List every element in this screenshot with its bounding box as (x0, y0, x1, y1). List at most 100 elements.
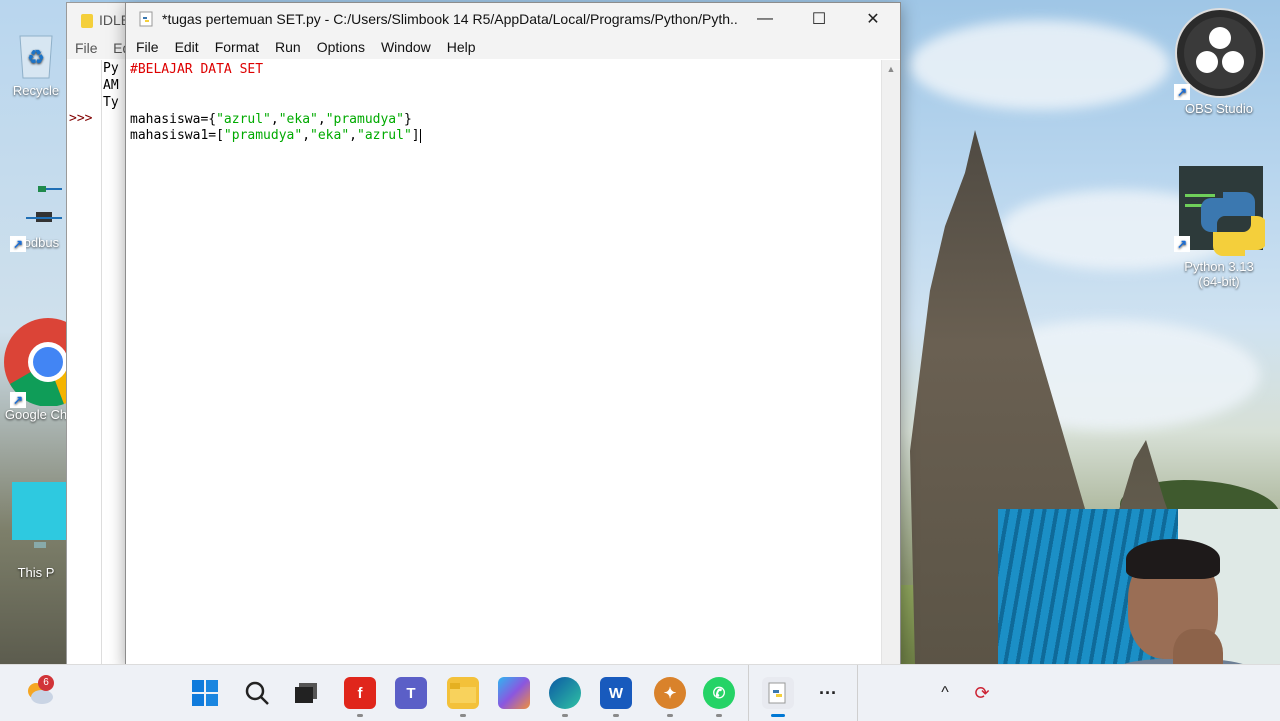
search-icon (245, 681, 269, 705)
desktop-icon-obs[interactable]: ↗ OBS Studio (1172, 8, 1266, 116)
menu-file[interactable]: File (128, 35, 167, 59)
taskbar-file-explorer[interactable] (447, 677, 479, 709)
taskbar-divider (857, 665, 858, 721)
shortcut-arrow-icon: ↗ (10, 392, 26, 408)
menu-options[interactable]: Options (309, 35, 373, 59)
code-string: "eka" (310, 128, 350, 144)
code-string: "eka" (278, 111, 318, 127)
notification-badge: 6 (38, 675, 54, 691)
code-token: mahasiswa={ (130, 111, 217, 127)
menu-edit[interactable]: Edit (167, 35, 207, 59)
code-token: , (349, 128, 357, 144)
editor-menubar: File Edit Format Run Options Window Help (126, 35, 900, 59)
menu-run[interactable]: Run (267, 35, 309, 59)
taskbar-teams[interactable]: T (395, 677, 427, 709)
code-string: "azrul" (357, 128, 412, 144)
windows-logo-icon (192, 680, 218, 706)
shortcut-arrow-icon: ↗ (10, 236, 26, 252)
running-indicator (562, 714, 568, 717)
code-token: ] (411, 128, 420, 144)
python-file-icon (81, 14, 93, 29)
taskbar-app[interactable]: ✦ (654, 677, 686, 709)
menu-window[interactable]: Window (373, 35, 439, 59)
code-string: "pramudya" (325, 111, 404, 127)
folder-icon (450, 683, 476, 703)
shell-output: Py AM Ty (103, 60, 119, 111)
running-indicator (357, 714, 363, 717)
desktop-icon-this-pc[interactable]: This P (4, 482, 68, 580)
modbus-icon (26, 186, 62, 222)
desktop-icon-label: OBS Studio (1185, 101, 1253, 116)
running-indicator (716, 714, 722, 717)
running-indicator (460, 714, 466, 717)
code-token: , (302, 128, 311, 144)
editor-titlebar[interactable]: *tugas pertemuan SET.py - C:/Users/Slimb… (126, 3, 900, 35)
shell-line: Ty (103, 95, 119, 110)
shell-line: Py (103, 61, 119, 76)
code-comment: #BELAJAR DATA SET (130, 62, 264, 77)
taskbar-whatsapp[interactable]: ✆ (703, 677, 735, 709)
task-view-button[interactable] (290, 677, 322, 709)
desktop-icon-label: This P (17, 565, 55, 580)
shell-line: AM (103, 78, 119, 93)
code-string: "azrul" (216, 111, 271, 127)
maximize-button[interactable]: ☐ (792, 3, 846, 35)
idle-editor-window[interactable]: *tugas pertemuan SET.py - C:/Users/Slimb… (125, 2, 901, 666)
code-token: , (317, 111, 326, 127)
taskbar-foxit[interactable]: f (344, 677, 376, 709)
minimize-button[interactable]: — (738, 3, 792, 35)
desktop-icon-python[interactable]: ↗ Python 3.13 (64-bit) (1172, 164, 1267, 289)
code-line-1: mahasiswa={"azrul","eka","pramudya"} (130, 112, 412, 127)
code-token: , (270, 111, 279, 127)
code-string: "pramudya" (223, 128, 303, 144)
desktop-icon-label: Python 3.13 (1184, 259, 1254, 274)
active-indicator (771, 714, 785, 717)
taskbar-more-button[interactable]: ··· (812, 677, 844, 709)
tray-chevron-button[interactable]: ^ (929, 677, 961, 709)
taskbar-copilot[interactable] (498, 677, 530, 709)
app-badge-icon: ✦ (663, 685, 677, 702)
word-icon: W (608, 684, 624, 702)
taskbar-edge[interactable] (549, 677, 581, 709)
this-pc-icon (12, 482, 68, 548)
tray-sync-icon[interactable]: ⟳ (966, 677, 998, 709)
task-view-icon (295, 683, 317, 703)
running-indicator (667, 714, 673, 717)
whatsapp-icon: ✆ (712, 685, 726, 702)
taskbar-idle[interactable] (762, 677, 794, 709)
close-button[interactable]: ✕ (846, 3, 900, 35)
desktop-icon-modbus[interactable]: ↗ Modbus (4, 178, 68, 252)
taskbar-divider (748, 665, 749, 721)
menu-format[interactable]: Format (207, 35, 267, 59)
webcam-person-hair (1126, 539, 1220, 579)
desktop-icon-recycle[interactable]: ♻ Recycle (4, 28, 68, 98)
editor-title: *tugas pertemuan SET.py - C:/Users/Slimb… (162, 11, 738, 27)
cloud (910, 20, 1170, 110)
python-file-icon (139, 11, 153, 27)
taskbar: 6 f T W ✦ ✆ ··· ^ ⟳ (0, 664, 1280, 721)
text-cursor (419, 128, 421, 143)
taskbar-word[interactable]: W (600, 677, 632, 709)
search-button[interactable] (241, 677, 273, 709)
code-line-2: mahasiswa1=["pramudya","eka","azrul"] (130, 128, 421, 143)
shortcut-arrow-icon: ↗ (1174, 236, 1190, 252)
menu-help[interactable]: Help (439, 35, 484, 59)
desktop-icon-label: Recycle (12, 83, 60, 98)
start-button[interactable] (189, 677, 221, 709)
desktop-icon-label: Google Ch (4, 407, 68, 422)
desktop-icon-chrome[interactable]: ↗ Google Ch (4, 314, 93, 422)
shell-menu-file[interactable]: File (75, 40, 98, 56)
svg-text:♻: ♻ (27, 47, 45, 69)
idle-icon (768, 682, 786, 704)
shortcut-arrow-icon: ↗ (1174, 84, 1190, 100)
code-token: mahasiswa1=[ (130, 128, 224, 144)
shell-prompt: >>> (69, 111, 93, 126)
foxit-icon: f (357, 684, 363, 702)
code-token: } (403, 111, 412, 127)
scroll-up-arrow-icon[interactable]: ▲ (882, 60, 900, 74)
desktop-icon-label-line2: (64-bit) (1198, 274, 1240, 289)
shell-gutter (67, 60, 102, 665)
vertical-scrollbar[interactable]: ▲ (881, 60, 900, 665)
code-editor-text[interactable]: #BELAJAR DATA SET mahasiswa={"azrul","ek… (126, 60, 880, 665)
recycle-bin-icon: ♻ (19, 35, 53, 79)
